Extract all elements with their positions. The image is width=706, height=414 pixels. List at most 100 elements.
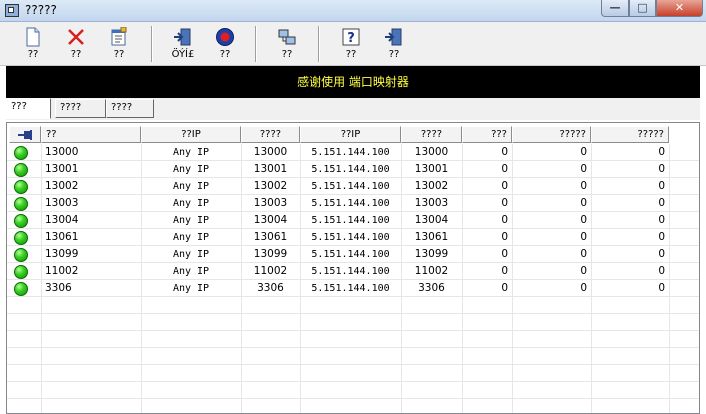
- column-header-status[interactable]: [9, 126, 41, 143]
- table-cell: 13004: [253, 214, 288, 226]
- column-header[interactable]: ??IP: [141, 126, 241, 143]
- status-ok-icon: [14, 214, 28, 228]
- table-cell: 13000: [414, 146, 449, 158]
- help-icon: ?: [342, 28, 360, 46]
- column-header[interactable]: ????: [241, 126, 300, 143]
- table-cell: Any IP: [172, 266, 210, 277]
- column-header[interactable]: ??: [41, 126, 141, 143]
- tab-strip: ??? ???? ????: [6, 98, 700, 120]
- toolbar-button-properties[interactable]: ??: [99, 24, 139, 64]
- toolbar-button-new[interactable]: ??: [13, 24, 53, 64]
- column-header[interactable]: ?????: [591, 126, 669, 143]
- table-row[interactable]: 13002 Any IP 13002 5.151.144.100 13002 0 0 0: [7, 178, 699, 195]
- toolbar-separator: [151, 26, 153, 62]
- table-row[interactable]: 13004 Any IP 13004 5.151.144.100 13004 0 0 0: [7, 212, 699, 229]
- table-cell: 0: [580, 248, 587, 260]
- table-row: [7, 297, 699, 314]
- table-cell: 0: [580, 180, 587, 192]
- table-cell: 13061: [45, 231, 79, 243]
- exit-door-icon: [385, 28, 402, 46]
- toolbar-button-pause[interactable]: ÖÝÍ£: [163, 24, 203, 64]
- table-row: [7, 382, 699, 399]
- table-cell: 0: [501, 163, 508, 175]
- table-cell: 13099: [45, 248, 79, 260]
- table-cell: 0: [501, 282, 508, 294]
- tab-2[interactable]: ????: [55, 99, 106, 118]
- table-cell: 13003: [45, 197, 79, 209]
- table-row[interactable]: 13001 Any IP 13001 5.151.144.100 13001 0 0 0: [7, 161, 699, 178]
- status-ok-icon: [14, 248, 28, 262]
- table-cell: 0: [658, 146, 665, 158]
- toolbar-label: ??: [345, 49, 357, 60]
- close-button[interactable]: ✕: [656, 0, 703, 17]
- column-header[interactable]: ?????: [512, 126, 591, 143]
- column-header[interactable]: ???: [462, 126, 512, 143]
- table-cell: 13099: [414, 248, 449, 260]
- table-cell: 5.151.144.100: [311, 283, 390, 294]
- toolbar: ?? ?? ?? ÖÝÍ£ ?? ?? ? ?? ??: [0, 22, 706, 66]
- toolbar-separator: [255, 26, 257, 62]
- toolbar-label: ??: [219, 49, 231, 60]
- table-cell: 5.151.144.100: [311, 147, 390, 158]
- table-cell: 13002: [414, 180, 449, 192]
- maximize-button[interactable]: □: [629, 0, 656, 17]
- table-cell: Any IP: [172, 181, 210, 192]
- table-cell: 0: [658, 214, 665, 226]
- svg-text:?: ?: [347, 31, 355, 46]
- table-row[interactable]: 13099 Any IP 13099 5.151.144.100 13099 0 0 0: [7, 246, 699, 263]
- table-cell: 0: [501, 180, 508, 192]
- table-cell: Any IP: [172, 232, 210, 243]
- table-cell: 0: [580, 163, 587, 175]
- window-title: ?????: [25, 3, 57, 17]
- table-row[interactable]: 13003 Any IP 13003 5.151.144.100 13003 0 0 0: [7, 195, 699, 212]
- toolbar-label: ??: [388, 49, 400, 60]
- toolbar-button-network[interactable]: ??: [267, 24, 307, 64]
- toolbar-button-delete[interactable]: ??: [56, 24, 96, 64]
- status-ok-icon: [14, 163, 28, 177]
- table-cell: 13061: [253, 231, 288, 243]
- table-row: [7, 348, 699, 365]
- exit-door-icon: [174, 28, 191, 46]
- toolbar-label: ÖÝÍ£: [171, 49, 195, 60]
- toolbar-separator: [318, 26, 320, 62]
- toolbar-button-stop[interactable]: ??: [205, 24, 245, 64]
- column-header[interactable]: ????: [401, 126, 462, 143]
- table-row: [7, 314, 699, 331]
- column-header[interactable]: ??IP: [300, 126, 401, 143]
- table-cell: 5.151.144.100: [311, 181, 390, 192]
- table-cell: Any IP: [172, 164, 210, 175]
- app-icon: [5, 4, 19, 17]
- status-ok-icon: [14, 146, 28, 160]
- toolbar-label: ??: [70, 49, 82, 60]
- table-row[interactable]: 11002 Any IP 11002 5.151.144.100 11002 0 0 0: [7, 263, 699, 280]
- toolbar-label: ??: [27, 49, 39, 60]
- table-cell: 13000: [253, 146, 288, 158]
- properties-icon: [111, 27, 127, 46]
- table-row[interactable]: 3306 Any IP 3306 5.151.144.100 3306 0 0 0: [7, 280, 699, 297]
- table-row[interactable]: 13000 Any IP 13000 5.151.144.100 13000 0 0 0: [7, 144, 699, 161]
- table-cell: 13003: [414, 197, 449, 209]
- table-cell: Any IP: [172, 249, 210, 260]
- toolbar-button-exit[interactable]: ??: [374, 24, 414, 64]
- table-cell: 3306: [45, 282, 72, 294]
- table-cell: 13001: [414, 163, 449, 175]
- toolbar-label: ??: [113, 49, 125, 60]
- minimize-button[interactable]: —: [601, 0, 629, 17]
- toolbar-label: ??: [281, 49, 293, 60]
- table-cell: Any IP: [172, 198, 210, 209]
- table-cell: 13004: [45, 214, 79, 226]
- table-cell: 13004: [414, 214, 449, 226]
- table-cell: 5.151.144.100: [311, 249, 390, 260]
- table-cell: 0: [658, 163, 665, 175]
- table-row: [7, 399, 699, 413]
- tab-3[interactable]: ????: [106, 99, 154, 118]
- table-row[interactable]: 13061 Any IP 13061 5.151.144.100 13061 0 0 0: [7, 229, 699, 246]
- toolbar-button-help[interactable]: ? ??: [331, 24, 371, 64]
- table-cell: 13061: [414, 231, 449, 243]
- table-cell: 5.151.144.100: [311, 164, 390, 175]
- tab-1[interactable]: ???: [6, 98, 51, 119]
- table-cell: 5.151.144.100: [311, 232, 390, 243]
- maximize-icon: □: [637, 1, 648, 14]
- table-header: ?? ??IP ???? ??IP ???? ??? ????? ?????: [7, 126, 699, 144]
- title-bar: ????? — □ ✕: [0, 0, 706, 22]
